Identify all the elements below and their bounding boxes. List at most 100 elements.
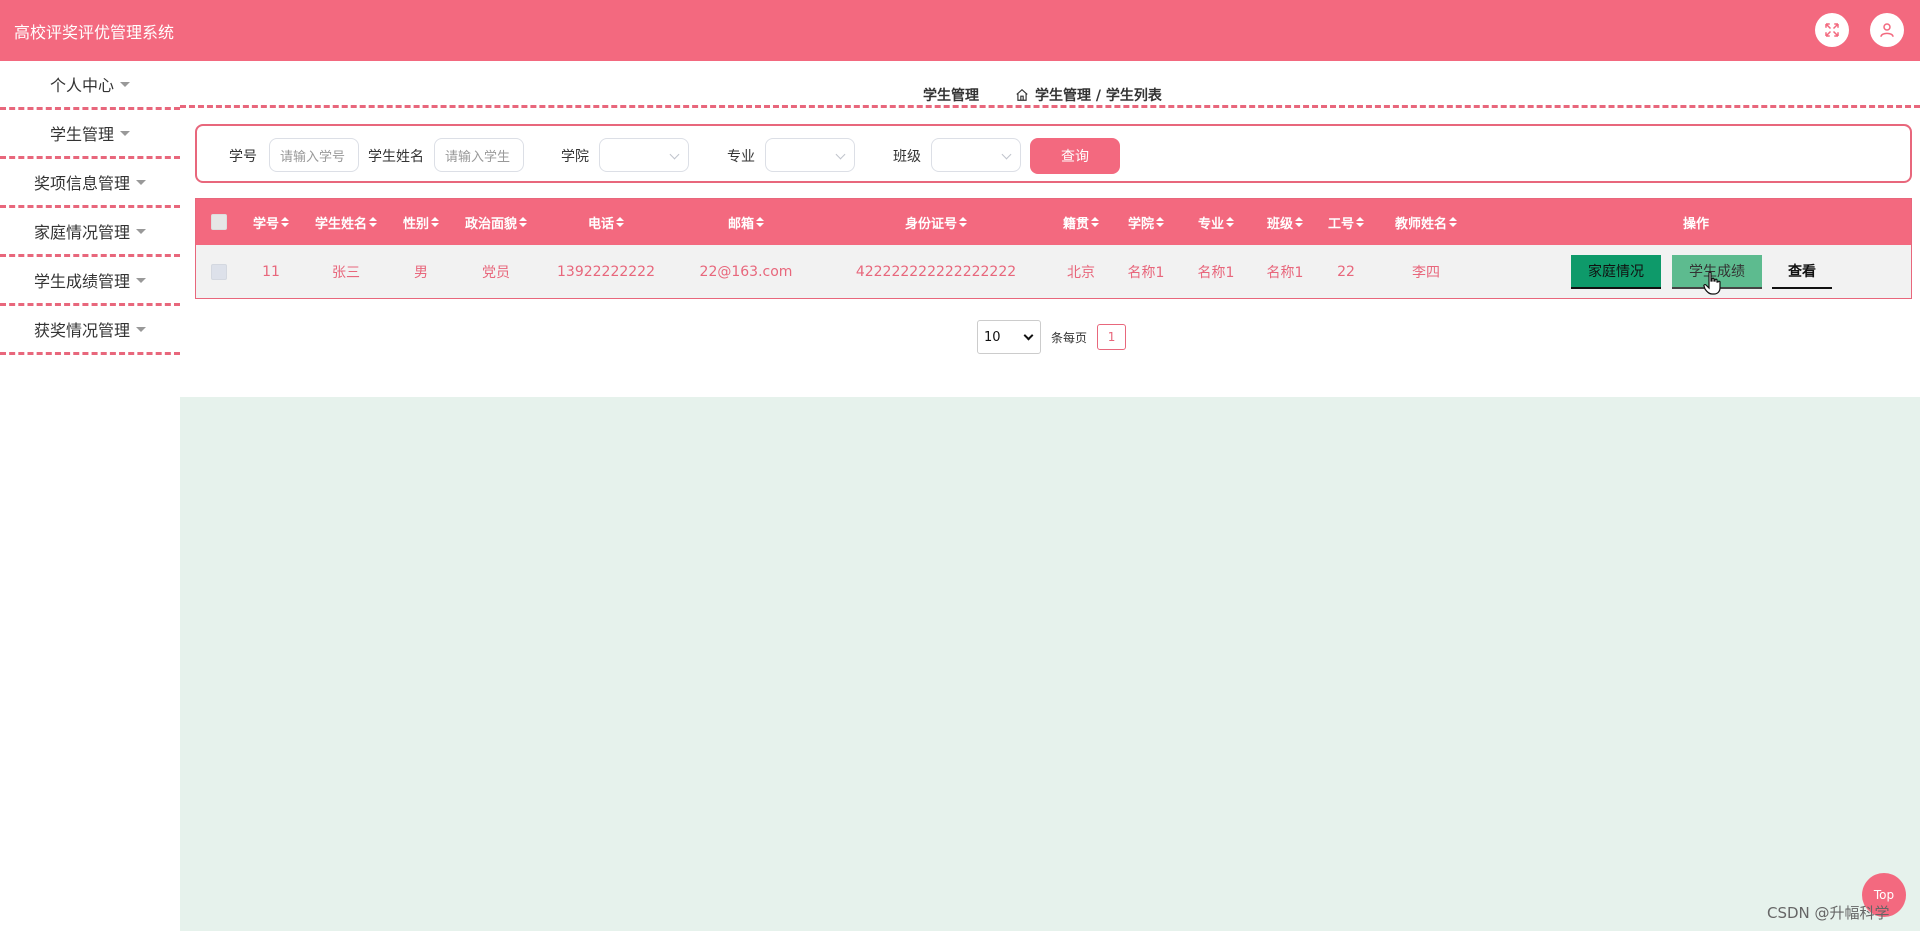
table-header: 学号 学生姓名 性别 政治面貌 电话 邮箱 身份证号 籍贯 学院 专业 班级 工…	[196, 199, 1911, 245]
column-header[interactable]: 身份证号	[826, 199, 1046, 245]
top-bar: 高校评奖评优管理系统	[0, 0, 1920, 61]
student-id-placeholder: 请输入学号	[280, 149, 346, 165]
student-name-placeholder: 请输入学生	[445, 149, 511, 165]
cell-hometown: 北京	[1067, 264, 1095, 281]
caret-down-icon	[136, 179, 146, 185]
sidebar-item-label: 奖项信息管理	[33, 174, 130, 193]
college-label: 学院	[561, 149, 589, 165]
major-select[interactable]	[765, 138, 855, 172]
watermark: CSDN @升幅科学	[1767, 904, 1890, 922]
home-icon[interactable]	[1015, 88, 1029, 102]
sort-icon	[1449, 217, 1457, 227]
caret-down-icon	[136, 228, 146, 234]
sidebar-item-award-status[interactable]: 获奖情况管理	[0, 306, 180, 355]
cell-id-card: 422222222222222222	[855, 263, 1017, 280]
sort-icon	[1226, 217, 1234, 227]
view-button[interactable]: 查看	[1772, 255, 1832, 289]
sidebar-item-family-info[interactable]: 家庭情况管理	[0, 208, 180, 257]
sidebar: 个人中心 学生管理 奖项信息管理 家庭情况管理 学生成绩管理 获奖情况管理	[0, 61, 180, 931]
sort-icon	[616, 217, 624, 227]
column-header[interactable]: 邮箱	[676, 199, 816, 245]
row-checkbox[interactable]	[206, 245, 232, 298]
user-icon	[1880, 23, 1894, 37]
column-header[interactable]: 性别	[396, 199, 446, 245]
hand-cursor-icon	[1703, 271, 1721, 295]
sidebar-item-label: 个人中心	[49, 76, 114, 95]
sort-icon	[959, 217, 967, 227]
cell-political: 党员	[482, 264, 510, 281]
sort-icon	[756, 217, 764, 227]
chevron-down-icon	[1001, 149, 1012, 160]
checkbox-icon	[211, 263, 227, 280]
sort-icon	[369, 217, 377, 227]
caret-down-icon	[136, 277, 146, 283]
sort-icon	[431, 217, 439, 227]
user-button[interactable]	[1870, 13, 1904, 47]
app-title: 高校评奖评优管理系统	[14, 23, 175, 42]
sort-icon	[1156, 217, 1164, 227]
class-label: 班级	[893, 149, 921, 165]
class-select[interactable]	[931, 138, 1021, 172]
sort-icon	[281, 217, 289, 227]
sidebar-item-label: 学生成绩管理	[33, 272, 130, 291]
content-area	[180, 397, 1920, 931]
column-header: 操作	[1682, 216, 1709, 232]
page-size-select[interactable]: 10	[977, 320, 1041, 354]
cell-class: 名称1	[1266, 264, 1304, 281]
column-header[interactable]: 教师姓名	[1376, 199, 1476, 245]
sidebar-item-award-info[interactable]: 奖项信息管理	[0, 159, 180, 208]
student-name-input[interactable]: 请输入学生	[434, 138, 524, 172]
sort-icon	[1295, 217, 1303, 227]
cell-college: 名称1	[1127, 264, 1165, 281]
sort-icon	[519, 217, 527, 227]
cell-phone: 13922222222	[557, 263, 655, 280]
caret-down-icon	[136, 326, 146, 332]
pagination: 10 条每页 1	[977, 320, 1127, 354]
query-button[interactable]: 查询	[1030, 138, 1120, 174]
cell-name: 张三	[332, 264, 360, 281]
page-number-button[interactable]: 1	[1097, 324, 1127, 350]
per-page-label: 条每页	[1051, 330, 1088, 345]
student-id-input[interactable]: 请输入学号	[269, 138, 359, 172]
select-all-checkbox[interactable]	[206, 199, 232, 245]
breadcrumb-path-text: 学生管理 / 学生列表	[1035, 88, 1162, 104]
caret-down-icon	[120, 130, 130, 136]
student-name-label: 学生姓名	[368, 149, 424, 165]
page-size-value: 10	[984, 329, 1001, 345]
family-info-button[interactable]: 家庭情况	[1571, 255, 1661, 289]
major-label: 专业	[727, 149, 755, 165]
sort-icon	[1356, 217, 1364, 227]
table-row: 11 张三 男 党员 13922222222 22@163.com 422222…	[196, 245, 1911, 298]
column-header[interactable]: 学号	[246, 199, 296, 245]
column-header[interactable]: 班级	[1255, 199, 1315, 245]
student-id-label: 学号	[229, 149, 257, 165]
column-header[interactable]: 籍贯	[1051, 199, 1111, 245]
sidebar-item-label: 学生管理	[49, 125, 114, 144]
sidebar-item-score-management[interactable]: 学生成绩管理	[0, 257, 180, 306]
cell-gender: 男	[414, 264, 428, 281]
college-select[interactable]	[599, 138, 689, 172]
fullscreen-icon	[1825, 23, 1839, 37]
column-header[interactable]: 工号	[1321, 199, 1371, 245]
sidebar-item-label: 获奖情况管理	[33, 321, 130, 340]
student-table: 学号 学生姓名 性别 政治面貌 电话 邮箱 身份证号 籍贯 学院 专业 班级 工…	[195, 198, 1912, 299]
column-header[interactable]: 专业	[1186, 199, 1246, 245]
cell-teacher-name: 李四	[1412, 264, 1440, 281]
page-title: 学生管理	[923, 88, 979, 104]
column-header[interactable]: 学生姓名	[306, 199, 386, 245]
chevron-down-icon	[669, 149, 680, 160]
search-panel: 学号 请输入学号 学生姓名 请输入学生 学院 专业 班级 查询	[195, 124, 1912, 183]
sidebar-item-student-management[interactable]: 学生管理	[0, 110, 180, 159]
chevron-down-icon	[835, 149, 846, 160]
chevron-down-icon	[1023, 330, 1034, 341]
fullscreen-button[interactable]	[1815, 13, 1849, 47]
sidebar-item-personal-center[interactable]: 个人中心	[0, 61, 180, 110]
cell-teacher-id: 22	[1337, 263, 1355, 280]
column-header[interactable]: 学院	[1116, 199, 1176, 245]
column-header[interactable]: 电话	[546, 199, 666, 245]
column-header[interactable]: 政治面貌	[456, 199, 536, 245]
cell-student-id: 11	[262, 263, 280, 280]
sort-icon	[1091, 217, 1099, 227]
cell-major: 名称1	[1197, 264, 1235, 281]
caret-down-icon	[120, 81, 130, 87]
